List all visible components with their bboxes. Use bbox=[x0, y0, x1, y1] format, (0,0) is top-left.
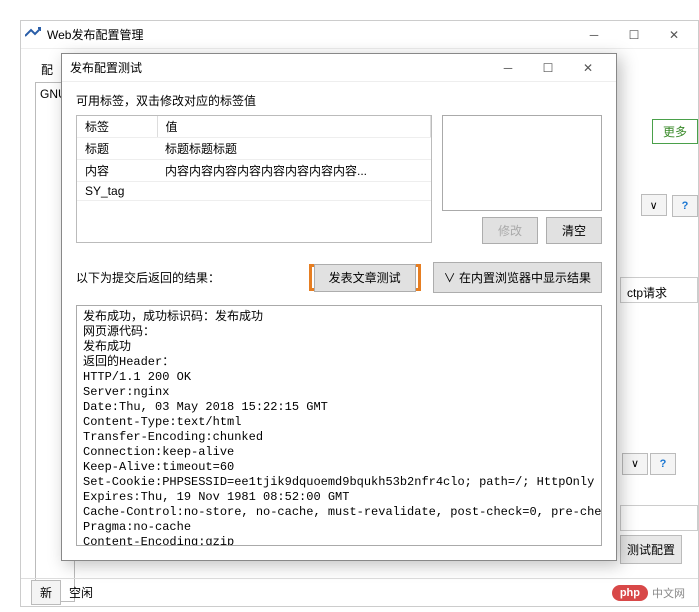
idle-status: 空闲 bbox=[69, 584, 93, 601]
dialog-titlebar: 发布配置测试 ─ ☐ ✕ bbox=[62, 54, 616, 82]
modify-button[interactable]: 修改 bbox=[482, 217, 538, 244]
help-icon: ? bbox=[682, 200, 689, 212]
parent-maximize-button[interactable]: ☐ bbox=[614, 21, 654, 49]
dialog-window-controls: ─ ☐ ✕ bbox=[488, 54, 608, 82]
col-header-val[interactable]: 值 bbox=[157, 116, 431, 138]
app-icon bbox=[25, 27, 41, 43]
side-row-2: ∨ ? bbox=[620, 453, 698, 475]
col-header-key[interactable]: 标签 bbox=[77, 116, 157, 138]
parent-titlebar: Web发布配置管理 ─ ☐ ✕ bbox=[21, 21, 698, 49]
cell-val: 内容内容内容内容内容内容内容内容... bbox=[157, 160, 431, 182]
dialog-close-button[interactable]: ✕ bbox=[568, 54, 608, 82]
cell-val bbox=[157, 182, 431, 201]
table-row[interactable]: SY_tag bbox=[77, 182, 431, 201]
watermark: php 中文网 bbox=[612, 585, 685, 601]
cell-val: 标题标题标题 bbox=[157, 138, 431, 160]
parent-minimize-button[interactable]: ─ bbox=[574, 21, 614, 49]
cell-key: SY_tag bbox=[77, 182, 157, 201]
dropdown-toggle-2[interactable]: ∨ bbox=[622, 453, 648, 475]
table-row[interactable]: 标题 标题标题标题 bbox=[77, 138, 431, 160]
help-button-2[interactable]: ? bbox=[650, 453, 676, 475]
clear-button[interactable]: 清空 bbox=[546, 217, 602, 244]
side-input-box[interactable] bbox=[620, 505, 698, 531]
publish-article-test-button[interactable]: 发表文章测试 bbox=[314, 264, 416, 292]
dialog-body: 可用标签，双击修改对应的标签值 标签 值 标题 标题标题标题 bbox=[62, 82, 616, 560]
dialog-title: 发布配置测试 bbox=[70, 59, 488, 76]
dialog-minimize-button[interactable]: ─ bbox=[488, 54, 528, 82]
submit-result-label: 以下为提交后返回的结果： bbox=[76, 269, 220, 286]
more-button[interactable]: 更多 bbox=[652, 119, 698, 144]
result-output[interactable]: 发布成功，成功标识码：发布成功 网页源代码： 发布成功 返回的Header： H… bbox=[76, 305, 602, 546]
chevron-down-icon: ∨ bbox=[631, 457, 639, 470]
cell-key: 标题 bbox=[77, 138, 157, 160]
test-config-button[interactable]: 测试配置 bbox=[620, 535, 682, 564]
tag-value-textarea[interactable] bbox=[442, 115, 602, 211]
ctp-request-field: ctp请求 bbox=[620, 277, 698, 303]
parent-bottom-bar: 新 空闲 bbox=[21, 578, 698, 606]
tags-table[interactable]: 标签 值 标题 标题标题标题 内容 内容内容内容内容内容内容内容内容... bbox=[76, 115, 432, 243]
parent-side-right: 更多 ∨ ? ctp请求 ∨ ? bbox=[620, 119, 698, 564]
tags-top-row: 标签 值 标题 标题标题标题 内容 内容内容内容内容内容内容内容内容... bbox=[76, 115, 602, 244]
table-row[interactable]: 内容 内容内容内容内容内容内容内容内容... bbox=[77, 160, 431, 182]
cell-key: 内容 bbox=[77, 160, 157, 182]
parent-tab-config[interactable]: 配 bbox=[35, 59, 59, 80]
dropdown-toggle-1[interactable]: ∨ bbox=[641, 194, 667, 216]
help-button-1[interactable]: ? bbox=[672, 195, 698, 217]
dialog-maximize-button[interactable]: ☐ bbox=[528, 54, 568, 82]
ctp-request-label: ctp请求 bbox=[627, 284, 667, 296]
watermark-php: php bbox=[612, 585, 648, 601]
watermark-cn: 中文网 bbox=[652, 585, 685, 601]
submit-row: 以下为提交后返回的结果： 发表文章测试 ∨ 在内置浏览器中显示结果 bbox=[76, 262, 602, 293]
publish-test-highlight: 发表文章测试 bbox=[309, 264, 421, 291]
parent-close-button[interactable]: ✕ bbox=[654, 21, 694, 49]
tags-hint-label: 可用标签，双击修改对应的标签值 bbox=[76, 92, 602, 109]
tags-right-col: 修改 清空 bbox=[442, 115, 602, 244]
new-button[interactable]: 新 bbox=[31, 580, 61, 605]
publish-test-dialog: 发布配置测试 ─ ☐ ✕ 可用标签，双击修改对应的标签值 标签 值 bbox=[61, 53, 617, 561]
chevron-down-icon: ∨ bbox=[650, 199, 658, 212]
show-in-browser-button[interactable]: ∨ 在内置浏览器中显示结果 bbox=[433, 262, 602, 293]
help-icon: ? bbox=[660, 458, 667, 470]
parent-window-title: Web发布配置管理 bbox=[47, 26, 574, 43]
parent-window-controls: ─ ☐ ✕ bbox=[574, 21, 694, 49]
